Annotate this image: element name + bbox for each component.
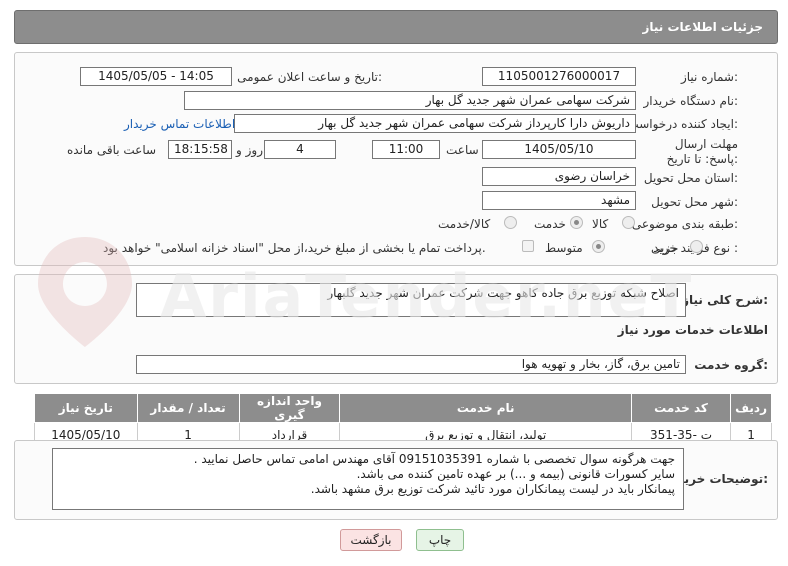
deadline-time-field: 11:00 <box>372 140 440 159</box>
category-option-goods: کالا <box>592 217 609 231</box>
services-table: ردیف کد خدمت نام خدمت واحد اندازه گیری ت… <box>34 393 772 447</box>
table-header-row: ردیف کد خدمت نام خدمت واحد اندازه گیری ت… <box>34 393 772 423</box>
days-label: روز و <box>236 143 263 157</box>
deadline-date-field: 1405/05/10 <box>482 140 636 159</box>
time-label: ساعت <box>446 143 479 157</box>
col-code: کد خدمت <box>630 393 732 423</box>
remaining-time-field: 18:15:58 <box>168 140 232 159</box>
category-radio-goods[interactable] <box>622 216 635 229</box>
summary-label: شرح کلی نیاز: <box>682 293 768 307</box>
buyer-label: نام دستگاه خریدار: <box>643 94 739 108</box>
remaining-label: ساعت باقی مانده <box>67 143 157 157</box>
category-option-service: خدمت <box>534 217 566 231</box>
col-unit: واحد اندازه گیری <box>238 393 341 423</box>
process-radio-medium[interactable] <box>592 240 605 253</box>
notes-line: پیمانکار باید در لیست پیمانکاران مورد تا… <box>310 482 675 496</box>
category-option-goods-service: کالا/خدمت <box>438 217 491 231</box>
col-name: نام خدمت <box>339 393 632 423</box>
days-field: 4 <box>264 140 336 159</box>
category-radio-goods-service[interactable] <box>504 216 517 229</box>
province-label: استان محل تحویل: <box>643 171 738 185</box>
treasury-payment-checkbox[interactable] <box>522 240 534 252</box>
summary-field: اصلاح شبکه توزیع برق جاده کاهو جهت شرکت … <box>136 283 686 317</box>
announce-label: تاریخ و ساعت اعلان عمومی: <box>237 70 382 84</box>
services-section-title: اطلاعات خدمات مورد نیاز <box>617 323 768 337</box>
payment-note: پرداخت تمام یا بخشی از مبلغ خرید،از محل … <box>103 241 486 255</box>
creator-field: داریوش دارا کارپرداز شرکت سهامی عمران شه… <box>234 114 636 133</box>
col-qty: تعداد / مقدار <box>136 393 240 423</box>
back-button[interactable]: بازگشت <box>340 529 402 551</box>
col-date: تاریخ نیاز <box>34 393 138 423</box>
service-group-field: تامین برق، گاز، بخار و تهویه هوا <box>136 355 686 374</box>
creator-label: ایجاد کننده درخواست: <box>627 117 738 131</box>
category-label: طبقه بندی موضوعی: <box>631 217 738 231</box>
process-radio-minor[interactable] <box>690 240 703 253</box>
category-radio-service[interactable] <box>570 216 583 229</box>
page-title: جزئیات اطلاعات نیاز <box>642 20 763 34</box>
need-number-field: 1105001276000017 <box>482 67 636 86</box>
col-row: ردیف <box>730 393 772 423</box>
contact-info-link[interactable]: اطلاعات تماس خریدار <box>124 117 235 131</box>
notes-line: سایر کسورات قانونی (بیمه و ...) بر عهده … <box>356 467 675 481</box>
deadline-label: مهلت ارسال پاسخ: تا تاریخ: <box>666 137 738 166</box>
province-field: خراسان رضوی <box>482 167 636 186</box>
buyer-field: شرکت سهامی عمران شهر جدید گل بهار <box>184 91 636 110</box>
city-label: شهر محل تحویل: <box>651 195 738 209</box>
process-option-medium: متوسط <box>545 241 583 255</box>
announce-field: 1405/05/05 - 14:05 <box>80 67 232 86</box>
page-header: جزئیات اطلاعات نیاز <box>14 10 778 44</box>
city-field: مشهد <box>482 191 636 210</box>
process-option-minor: جزیی <box>651 241 679 255</box>
need-number-label: شماره نیاز: <box>680 70 738 84</box>
service-group-label: گروه خدمت: <box>694 358 768 372</box>
print-button[interactable]: چاپ <box>416 529 464 551</box>
notes-line: جهت هرگونه سوال تخصصی با شماره 091510353… <box>193 452 675 466</box>
notes-field: جهت هرگونه سوال تخصصی با شماره 091510353… <box>52 448 684 510</box>
